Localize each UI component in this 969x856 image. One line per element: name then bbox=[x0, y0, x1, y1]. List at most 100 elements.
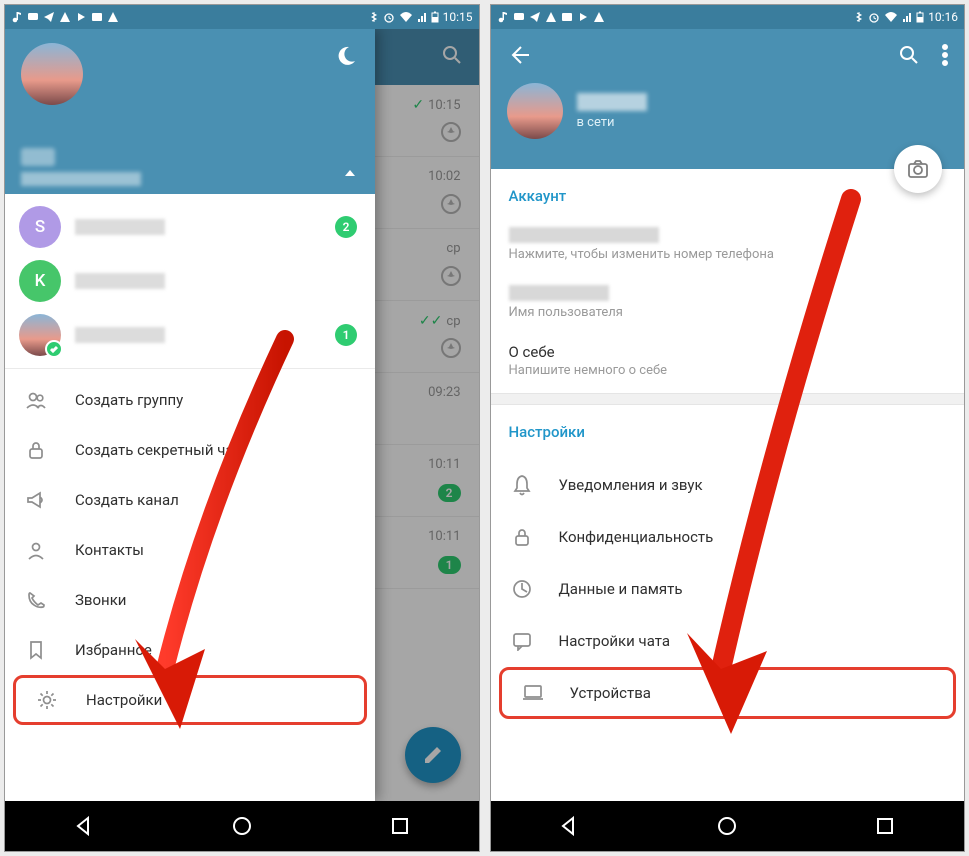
phone-icon bbox=[23, 590, 49, 610]
menu-label: Звонки bbox=[75, 591, 126, 609]
username bbox=[21, 148, 55, 166]
android-navbar bbox=[5, 801, 479, 851]
menu-label: Настройки bbox=[86, 691, 162, 709]
gear-icon bbox=[34, 689, 60, 711]
account-section: Аккаунт Нажмите, чтобы изменить номер те… bbox=[491, 169, 965, 393]
item-label: Устройства bbox=[570, 684, 651, 702]
menu-create-channel[interactable]: Создать канал bbox=[5, 475, 375, 525]
avatar[interactable] bbox=[21, 43, 83, 105]
settings-item-notifications[interactable]: Уведомления и звук bbox=[491, 459, 965, 511]
row-sub: Нажмите, чтобы изменить номер телефона bbox=[509, 247, 947, 262]
android-navbar bbox=[491, 801, 965, 851]
menu-label: Избранное bbox=[75, 641, 152, 659]
menu-create-group[interactable]: Создать группу bbox=[5, 375, 375, 425]
night-mode-toggle[interactable] bbox=[335, 45, 357, 71]
profile-status: в сети bbox=[577, 115, 647, 130]
settings-item-data[interactable]: Данные и память bbox=[491, 563, 965, 615]
item-label: Настройки чата bbox=[559, 632, 671, 650]
home-button[interactable] bbox=[715, 814, 739, 838]
item-label: Уведомления и звук bbox=[559, 476, 703, 494]
account-item[interactable]: 1 bbox=[5, 308, 375, 362]
unread-badge: 1 bbox=[335, 324, 357, 346]
account-expand-toggle[interactable] bbox=[343, 163, 357, 182]
menu-contacts[interactable]: Контакты bbox=[5, 525, 375, 575]
change-photo-fab[interactable] bbox=[894, 145, 942, 193]
recent-button[interactable] bbox=[388, 814, 412, 838]
recent-button[interactable] bbox=[873, 814, 897, 838]
back-button[interactable] bbox=[507, 43, 531, 71]
username-row[interactable]: Имя пользователя bbox=[509, 277, 947, 335]
statusbar: 10:16 bbox=[491, 5, 965, 29]
avatar[interactable] bbox=[507, 83, 563, 139]
lock-icon bbox=[23, 440, 49, 460]
settings-item-devices[interactable]: Устройства bbox=[499, 667, 957, 719]
group-icon bbox=[23, 389, 49, 411]
telegram-icon bbox=[43, 11, 55, 23]
status-left-icons bbox=[497, 11, 605, 23]
more-icon[interactable] bbox=[942, 44, 948, 70]
battery-icon bbox=[431, 11, 439, 23]
item-label: Данные и память bbox=[559, 580, 683, 598]
clock: 10:15 bbox=[443, 10, 473, 24]
back-button[interactable] bbox=[72, 814, 96, 838]
settings-header: в сети bbox=[491, 29, 965, 169]
lock-icon bbox=[509, 527, 535, 547]
status-right-icons: 10:15 bbox=[369, 10, 473, 24]
avatar bbox=[19, 314, 61, 356]
account-name-blur bbox=[75, 273, 165, 289]
megaphone-icon bbox=[23, 490, 49, 510]
settings-item-privacy[interactable]: Конфиденциальность bbox=[491, 511, 965, 563]
phone-row[interactable]: Нажмите, чтобы изменить номер телефона bbox=[509, 219, 947, 277]
drawer-header bbox=[5, 29, 375, 194]
phone-left: 10:15 ✓10:15 10:02 ср bbox=[4, 4, 480, 852]
account-name-blur bbox=[75, 219, 165, 235]
menu-label: Создать секретный чат bbox=[75, 441, 241, 459]
music-icon bbox=[11, 11, 23, 23]
search-icon[interactable] bbox=[898, 44, 920, 70]
menu-label: Контакты bbox=[75, 541, 144, 559]
statusbar: 10:15 bbox=[5, 5, 479, 29]
home-button[interactable] bbox=[230, 814, 254, 838]
settings-item-chat[interactable]: Настройки чата bbox=[491, 615, 965, 667]
active-check-icon bbox=[45, 340, 63, 358]
menu-label: Создать группу bbox=[75, 391, 183, 409]
row-main: О себе bbox=[509, 343, 947, 361]
menu-label: Создать канал bbox=[75, 491, 179, 509]
section-divider bbox=[491, 393, 965, 405]
image-icon bbox=[91, 11, 103, 23]
profile-name-blur bbox=[577, 93, 647, 111]
bluetooth-icon bbox=[369, 11, 379, 23]
chat-icon bbox=[509, 631, 535, 651]
warning-icon bbox=[59, 11, 71, 23]
unread-badge: 2 bbox=[335, 216, 357, 238]
username-blur bbox=[509, 285, 609, 301]
bio-row[interactable]: О себе Напишите немного о себе bbox=[509, 335, 947, 383]
avatar: K bbox=[19, 260, 61, 302]
menu-calls[interactable]: Звонки bbox=[5, 575, 375, 625]
play-icon bbox=[75, 11, 87, 23]
status-left-icons bbox=[11, 11, 119, 23]
menu-saved[interactable]: Избранное bbox=[5, 625, 375, 675]
row-sub: Напишите немного о себе bbox=[509, 363, 947, 378]
signal-icon bbox=[417, 11, 427, 23]
back-button[interactable] bbox=[557, 814, 581, 838]
alarm-icon bbox=[383, 11, 395, 23]
drawer-menu: Создать группу Создать секретный чат Соз… bbox=[5, 369, 375, 731]
phone-blur bbox=[509, 227, 659, 243]
wifi-icon bbox=[399, 11, 413, 23]
nav-drawer: S 2 K 1 Созда bbox=[5, 29, 375, 801]
account-list: S 2 K 1 bbox=[5, 194, 375, 369]
menu-create-secret[interactable]: Создать секретный чат bbox=[5, 425, 375, 475]
bell-icon bbox=[509, 474, 535, 496]
settings-list: Уведомления и звук Конфиденциальность Да… bbox=[491, 459, 965, 719]
phone-right: 10:16 в сети bbox=[490, 4, 966, 852]
menu-settings[interactable]: Настройки bbox=[13, 675, 367, 725]
status-right-icons: 10:16 bbox=[854, 10, 958, 24]
account-item[interactable]: K bbox=[5, 254, 375, 308]
account-item[interactable]: S 2 bbox=[5, 200, 375, 254]
section-title: Аккаунт bbox=[509, 187, 947, 205]
contact-icon bbox=[23, 540, 49, 560]
account-name-blur bbox=[75, 327, 165, 343]
bookmark-icon bbox=[23, 640, 49, 660]
data-icon bbox=[509, 579, 535, 599]
